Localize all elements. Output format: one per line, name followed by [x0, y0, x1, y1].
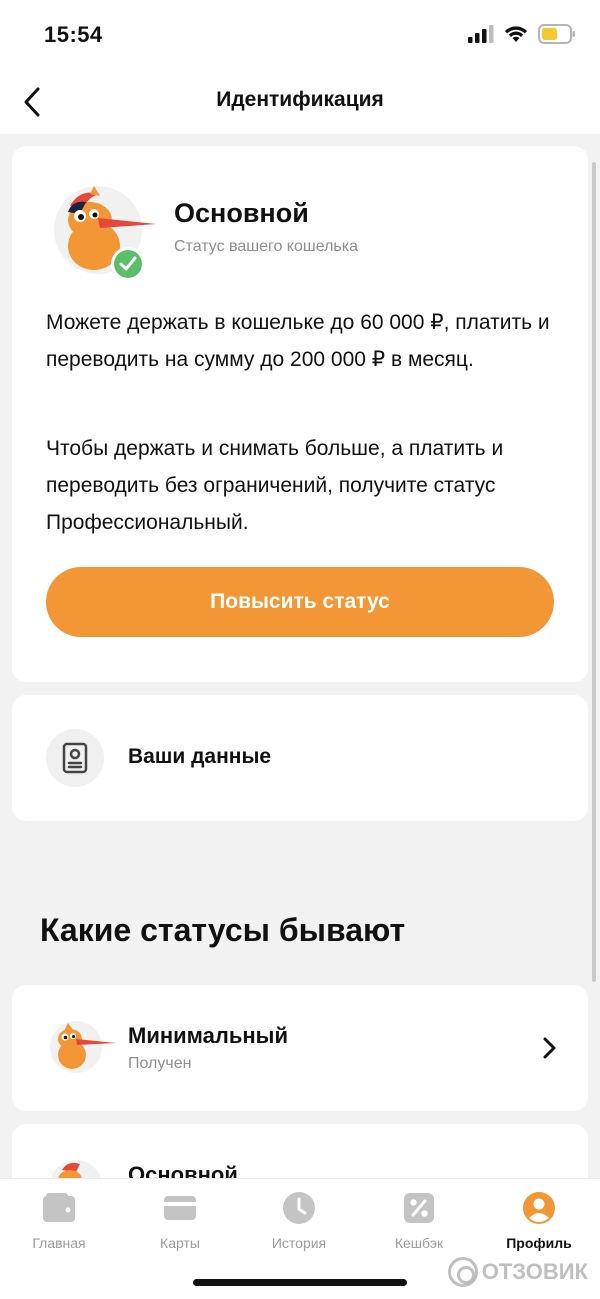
status-icons [468, 24, 576, 44]
tab-profile[interactable]: Профиль [484, 1189, 594, 1251]
cellular-signal-icon [468, 25, 494, 43]
tab-history-label: История [271, 1235, 327, 1251]
home-indicator [193, 1279, 407, 1286]
watermark: ОТЗОВИК [447, 1257, 588, 1287]
percent-icon [404, 1193, 434, 1223]
status-avatar [50, 184, 156, 284]
status-title: Основной [174, 198, 309, 228]
wallet-status-card: Основной Статус вашего кошелька Можете д… [12, 146, 588, 682]
upgrade-hint: Чтобы держать и снимать больше, а платит… [46, 437, 504, 534]
bird-mascot-icon [50, 1021, 116, 1073]
profile-icon [523, 1192, 555, 1224]
tab-profile-label: Профиль [506, 1235, 572, 1251]
tab-history[interactable]: История [244, 1189, 354, 1251]
tab-cards-label: Карты [160, 1235, 200, 1251]
scroll-indicator[interactable] [592, 162, 596, 982]
wifi-icon [505, 26, 527, 42]
bird-mascot-icon [54, 186, 156, 281]
status-item-subtitle: Получен [128, 1055, 192, 1072]
nav-bar: Идентификация [0, 70, 600, 134]
id-document-icon [62, 742, 88, 774]
battery-icon [538, 24, 575, 44]
status-time: 15:54 [44, 22, 103, 47]
watermark-text: ОТЗОВИК [481, 1259, 588, 1284]
statuses-section-title: Какие статусы бывают [40, 912, 406, 948]
status-item-minimal[interactable]: Минимальный Получен [12, 985, 588, 1111]
wallet-icon [43, 1193, 75, 1222]
status-item-avatar [48, 1017, 116, 1077]
chevron-right-icon [543, 1037, 556, 1059]
clock-icon [283, 1192, 315, 1224]
status-item-title: Минимальный [128, 1023, 288, 1048]
id-document-icon-wrap [46, 729, 104, 787]
page-title: Идентификация [216, 88, 384, 111]
status-bar: 15:54 [0, 0, 600, 70]
tab-home[interactable]: Главная [4, 1189, 114, 1251]
card-icon [164, 1196, 196, 1220]
tab-cashback-label: Кешбэк [394, 1235, 444, 1251]
tab-cards[interactable]: Карты [125, 1189, 235, 1251]
upgrade-status-button[interactable]: Повысить статус [46, 567, 554, 637]
tab-cashback[interactable]: Кешбэк [364, 1189, 474, 1251]
your-data-label: Ваши данные [128, 745, 272, 768]
tab-home-label: Главная [32, 1235, 86, 1251]
status-subtitle: Статус вашего кошелька [174, 238, 359, 255]
your-data-card[interactable]: Ваши данные [12, 695, 588, 821]
limits-description: Можете держать в кошельке до 60 000 ₽, п… [46, 311, 550, 371]
watermark-logo-icon [447, 1257, 478, 1287]
